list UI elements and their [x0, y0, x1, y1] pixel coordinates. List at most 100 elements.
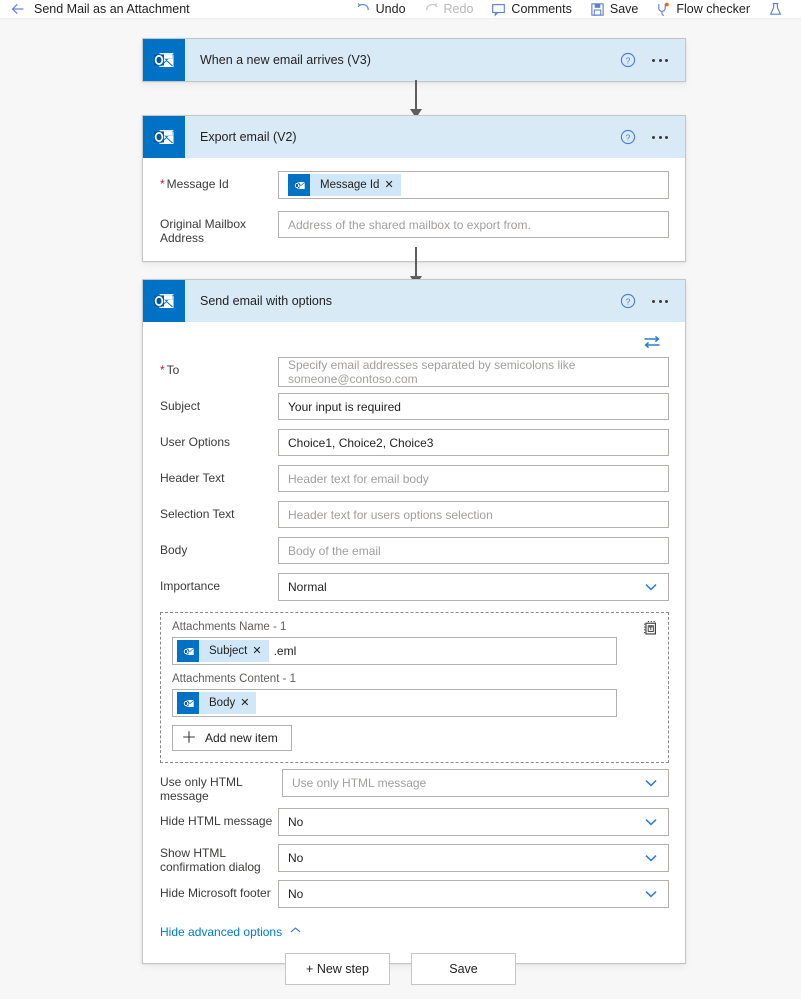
footer-save-button[interactable]: Save: [411, 953, 516, 985]
stethoscope-icon: [656, 2, 671, 17]
command-bar-left: Send Mail as an Attachment: [0, 1, 190, 17]
header-text-input[interactable]: Header text for email body: [278, 465, 669, 492]
field-label: Header Text: [160, 465, 278, 485]
field-label: Body: [160, 537, 278, 557]
step-card-send-email-with-options[interactable]: Send email with options ? * To Specify e…: [142, 279, 686, 964]
help-circle-icon[interactable]: ?: [620, 129, 636, 145]
add-new-item-button[interactable]: Add new item: [172, 725, 292, 751]
token-chip[interactable]: Subject ✕: [177, 640, 269, 662]
redo-label: Redo: [443, 2, 474, 16]
subject-input[interactable]: Your input is required: [278, 393, 669, 420]
test-flow-button[interactable]: [759, 0, 797, 18]
user-options-input[interactable]: Choice1, Choice2, Choice3: [278, 429, 669, 456]
step-card-trigger[interactable]: When a new email arrives (V3) ?: [142, 38, 686, 82]
field-label-text: Original Mailbox Address: [160, 217, 247, 245]
field-label: Hide HTML message: [160, 808, 278, 828]
outlook-icon: [288, 174, 310, 196]
swap-arrows-icon[interactable]: [643, 334, 661, 350]
back-arrow-icon[interactable]: [10, 1, 26, 17]
svg-text:?: ?: [626, 55, 631, 65]
attachments-name-label: Attachments Name - 1: [172, 621, 287, 633]
ellipsis-icon[interactable]: [652, 58, 668, 62]
importance-dropdown[interactable]: Normal: [278, 573, 669, 601]
advanced-options-toggle[interactable]: Hide advanced options: [143, 911, 685, 940]
step-title: Export email (V2): [200, 130, 297, 144]
form-row-subject: Subject Your input is required: [143, 393, 685, 424]
advanced-options-label: Hide advanced options: [160, 925, 283, 939]
chevron-down-icon: [643, 850, 659, 866]
message-id-input[interactable]: Message Id ✕: [278, 171, 669, 199]
token-chip[interactable]: Message Id ✕: [288, 174, 401, 196]
token-label: Subject: [209, 645, 248, 657]
undo-icon: [356, 2, 371, 17]
close-icon[interactable]: ✕: [240, 697, 256, 709]
attachments-name-input[interactable]: Subject ✕ .eml: [172, 637, 617, 665]
field-label-text: Message Id: [166, 177, 229, 191]
close-icon[interactable]: ✕: [252, 645, 268, 657]
field-label-text: User Options: [160, 435, 231, 449]
field-label-text: Importance: [160, 579, 221, 593]
field-label: User Options: [160, 429, 278, 449]
beaker-flask-icon: [768, 2, 783, 17]
form-row-show-html-confirmation-dialog: Show HTML confirmation dialog No: [143, 844, 685, 875]
help-circle-icon[interactable]: ?: [620, 293, 636, 309]
step-header-actions: ?: [620, 293, 685, 309]
flow-checker-label: Flow checker: [676, 2, 750, 16]
form-row-selection-text: Selection Text Header text for users opt…: [143, 501, 685, 532]
use-only-html-message-value: Use only HTML message: [292, 776, 427, 790]
token-label: Body: [209, 697, 236, 709]
field-label: Use only HTML message: [160, 769, 282, 803]
field-label-text: Hide Microsoft footer: [160, 886, 271, 900]
original-mailbox-address-input[interactable]: Address of the shared mailbox to export …: [278, 211, 669, 238]
step-header-actions: ?: [620, 52, 685, 68]
chevron-down-icon: [643, 579, 659, 595]
flow-checker-button[interactable]: Flow checker: [647, 0, 759, 18]
hide-html-message-dropdown[interactable]: No: [278, 808, 669, 836]
redo-button: Redo: [415, 0, 483, 18]
required-indicator: *: [160, 363, 165, 377]
form-row-body: Body Body of the email: [143, 537, 685, 568]
body-input[interactable]: Body of the email: [278, 537, 669, 564]
step-body: * Message Id Message Id ✕ Original Mailb…: [143, 158, 685, 261]
save-button[interactable]: Save: [581, 0, 648, 18]
token-label: Message Id: [320, 179, 380, 191]
comments-button[interactable]: Comments: [482, 0, 580, 18]
help-circle-icon[interactable]: ?: [620, 52, 636, 68]
step-header[interactable]: Export email (V2) ?: [143, 116, 685, 158]
command-bar-actions: Undo Redo Comments Save Flow checker: [347, 0, 801, 18]
step-card-export-email[interactable]: Export email (V2) ? * Message Id Message…: [142, 115, 686, 262]
outlook-icon: [143, 280, 185, 322]
form-row-use-only-html-message: Use only HTML message Use only HTML mess…: [143, 769, 685, 803]
hide-microsoft-footer-dropdown[interactable]: No: [278, 880, 669, 908]
flow-title: Send Mail as an Attachment: [34, 2, 190, 16]
step-header-actions: ?: [620, 129, 685, 145]
close-icon[interactable]: ✕: [384, 179, 400, 191]
attachments-content-input[interactable]: Body ✕: [172, 689, 617, 717]
form-row-to: * To Specify email addresses separated b…: [143, 357, 685, 388]
field-label-text: Selection Text: [160, 507, 235, 521]
svg-text:?: ?: [626, 132, 631, 142]
new-step-button[interactable]: + New step: [285, 953, 390, 985]
switch-to-text-mode-icon[interactable]: [642, 620, 659, 637]
form-row-hide-microsoft-footer: Hide Microsoft footer No: [143, 880, 685, 911]
field-label-text: To: [166, 363, 180, 377]
undo-button[interactable]: Undo: [347, 0, 415, 18]
token-chip[interactable]: Body ✕: [177, 692, 257, 714]
form-row-message-id: * Message Id Message Id ✕: [143, 158, 685, 199]
step-header[interactable]: When a new email arrives (V3) ?: [143, 39, 685, 81]
field-label-text: Show HTML confirmation dialog: [160, 846, 261, 874]
attachments-name-suffix: .eml: [273, 644, 297, 658]
hide-html-message-value: No: [288, 815, 304, 829]
ellipsis-icon[interactable]: [652, 135, 668, 139]
importance-value: Normal: [288, 580, 327, 594]
outlook-icon: [143, 116, 185, 158]
command-bar: Send Mail as an Attachment Undo Redo Com…: [0, 0, 801, 18]
use-only-html-message-dropdown[interactable]: Use only HTML message: [282, 769, 669, 797]
to-input[interactable]: Specify email addresses separated by sem…: [278, 357, 669, 387]
step-header[interactable]: Send email with options ?: [143, 280, 685, 322]
required-indicator: *: [160, 177, 165, 191]
save-label: Save: [609, 2, 639, 16]
selection-text-input[interactable]: Header text for users options selection: [278, 501, 669, 528]
show-html-confirmation-dialog-dropdown[interactable]: No: [278, 844, 669, 872]
ellipsis-icon[interactable]: [652, 299, 668, 303]
